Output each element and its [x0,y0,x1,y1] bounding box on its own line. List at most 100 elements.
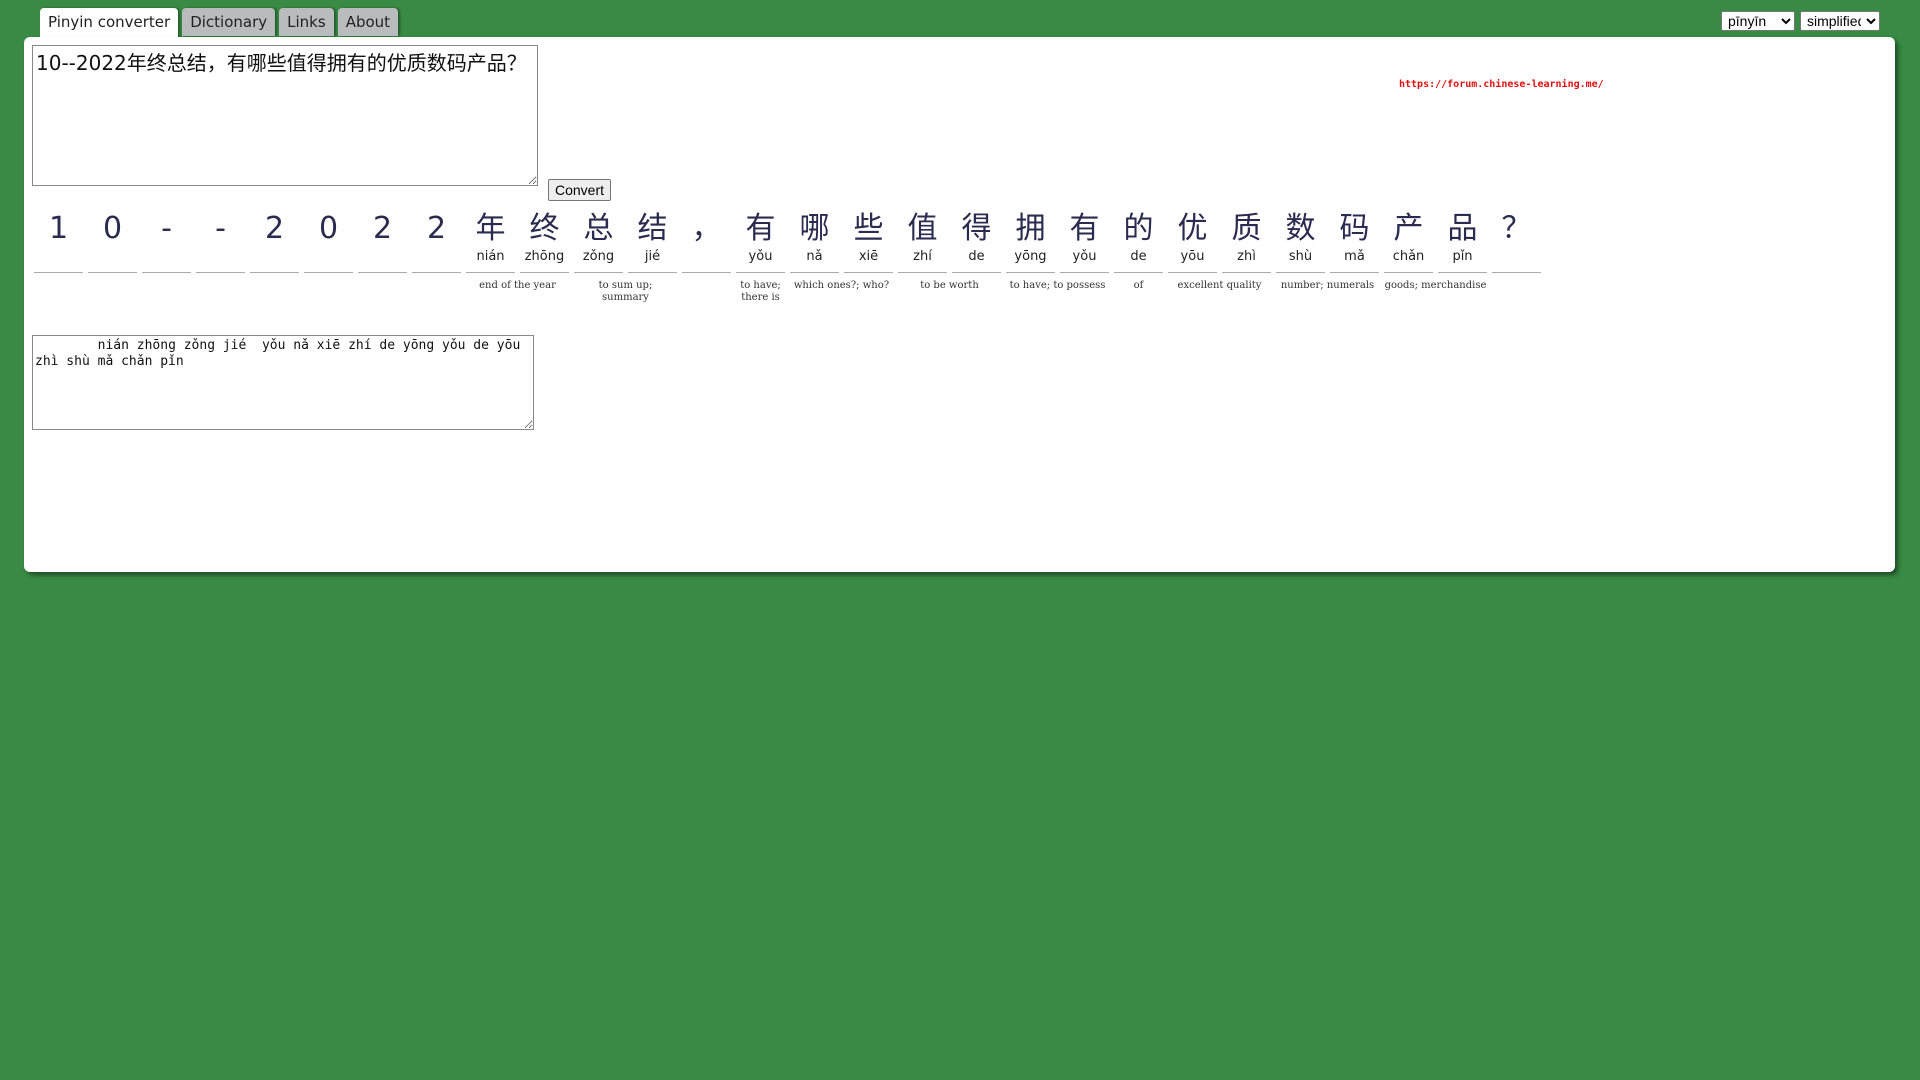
pinyin-reading: yǒu [1072,249,1097,264]
gloss-text: to have; there is [740,280,781,303]
cell-underline [466,272,515,273]
char-cell[interactable]: - [196,211,245,273]
char-cell[interactable]: 产 chǎn [1384,211,1433,273]
char-cell[interactable]: 年 nián [466,211,515,273]
gloss-text: which ones?; who? [793,280,890,291]
hanzi-char: 有 [1069,211,1100,246]
char-cell[interactable]: 有 yǒu [736,211,785,273]
pinyin-reading: zhí [913,249,932,264]
cell-underline [1492,272,1541,273]
pinyin-reading: chǎn [1392,249,1425,264]
pinyin-reading: zǒng [582,249,615,264]
pinyin-reading [682,247,731,267]
char-cell[interactable]: 优 yōu [1168,211,1217,273]
hanzi-char: 年 [475,211,506,246]
hanzi-char: 优 [1177,211,1208,246]
gloss-text: to sum up; summary [598,280,653,303]
pinyin-reading: zhōng [524,249,565,264]
char-cell[interactable]: 终 zhōng [520,211,569,273]
char-cell[interactable]: 数 shù [1276,211,1325,273]
tab-about[interactable]: About [337,8,399,36]
char-cell[interactable]: 些 xiē [844,211,893,273]
cell-underline [844,272,893,273]
char-cell[interactable]: 的 de [1114,211,1163,273]
gloss-text: excellent quality [1177,280,1262,291]
char-cell[interactable]: 值 zhí [898,211,947,273]
gloss-text: end of the year [479,280,556,291]
cell-underline [1276,272,1325,273]
cell-underline [574,272,623,273]
pinyin-reading: xiē [858,249,879,264]
char-cell[interactable]: - [142,211,191,273]
cell-underline [412,272,461,273]
hanzi-char: ？ [1501,211,1532,246]
pinyin-reading: pǐn [1452,249,1473,264]
pinyin-reading: mǎ [1344,249,1365,264]
script-select[interactable]: simplified [1800,11,1880,31]
hanzi-char: 品 [1447,211,1478,246]
chinese-input[interactable]: 10--2022年终总结，有哪些值得拥有的优质数码产品？ [32,45,538,186]
pinyin-reading [1492,247,1541,267]
char-cell[interactable]: 2 [250,211,299,273]
hanzi-char: 产 [1393,211,1424,246]
char-cell[interactable]: 2 [412,211,461,273]
mode-select[interactable]: pīnyīn [1721,11,1795,31]
cell-underline [1168,272,1217,273]
char-cell[interactable]: 得 de [952,211,1001,273]
char-cell[interactable]: 结 jié [628,211,677,273]
cell-underline [34,272,83,273]
pinyin-reading: nǎ [806,249,823,264]
char-cell[interactable]: 码 mǎ [1330,211,1379,273]
hanzi-char: 些 [853,211,884,246]
hanzi-char: 0 [102,211,123,246]
char-cell[interactable]: ， [682,211,731,273]
pinyin-reading: shù [1288,249,1313,264]
cell-underline [736,272,785,273]
pinyin-reading [304,247,353,267]
hanzi-char: 码 [1339,211,1370,246]
pinyin-reading: jié [644,249,661,264]
tab-dictionary[interactable]: Dictionary [182,8,276,36]
hanzi-char: 哪 [799,211,830,246]
pinyin-reading [358,247,407,267]
pinyin-reading: de [1130,249,1147,264]
char-cell[interactable]: 0 [88,211,137,273]
char-cell[interactable]: ？ [1492,211,1541,273]
char-cell[interactable]: 拥 yōng [1006,211,1055,273]
pinyin-reading [88,247,137,267]
char-cell[interactable]: 哪 nǎ [790,211,839,273]
char-cell[interactable]: 0 [304,211,353,273]
forum-link[interactable]: https://forum.chinese-learning.me/ [1399,79,1604,90]
hanzi-char: 得 [961,211,992,246]
cell-underline [304,272,353,273]
gloss-text: of [1133,280,1144,291]
char-cell[interactable]: 有 yǒu [1060,211,1109,273]
pinyin-output[interactable]: nián zhōng zǒng jié yǒu nǎ xiē zhí de yō… [32,335,534,430]
character-grid: 1 0- -2 0 2 2 年 nián 终 zhōng 总 zǒng 结 jié，有 yǒu 哪 nǎ 些 xiē… [34,211,1546,273]
cell-underline [790,272,839,273]
tab-pinyin-converter[interactable]: Pinyin converter [40,8,179,38]
char-cell[interactable]: 品 pǐn [1438,211,1487,273]
char-cell[interactable]: 质 zhì [1222,211,1271,273]
char-cell[interactable]: 2 [358,211,407,273]
gloss-text: number; numerals [1280,280,1375,291]
pinyin-reading [412,247,461,267]
cell-underline [358,272,407,273]
hanzi-char: 值 [907,211,938,246]
hanzi-char: 总 [583,211,614,246]
cell-underline [898,272,947,273]
gloss-text: to have; to possess [1009,280,1106,291]
tab-links[interactable]: Links [279,8,334,36]
hanzi-char: 结 [637,211,668,246]
cell-underline [142,272,191,273]
cell-underline [1222,272,1271,273]
hanzi-char: 1 [48,211,69,246]
char-cell[interactable]: 1 [34,211,83,273]
cell-underline [1060,272,1109,273]
char-cell[interactable]: 总 zǒng [574,211,623,273]
gloss-text: goods; merchandise [1384,280,1487,291]
hanzi-char: - [161,211,172,246]
hanzi-char: 拥 [1015,211,1046,246]
hanzi-char: - [215,211,226,246]
convert-button[interactable]: Convert [548,179,611,201]
